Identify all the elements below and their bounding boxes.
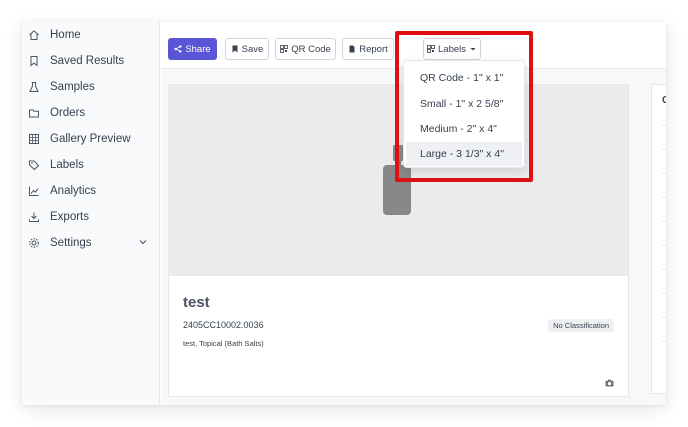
sidebar-item-label: Analytics	[50, 185, 97, 197]
app-window: Home Saved Results Samples Orders Galler…	[22, 22, 666, 405]
chevron-down-icon[interactable]	[138, 237, 148, 247]
file-icon	[349, 45, 355, 53]
caret-down-icon	[470, 48, 476, 51]
labels-dropdown-button[interactable]: Labels	[423, 38, 481, 60]
sample-id: 2405CC10002.0036	[183, 320, 264, 330]
save-button[interactable]: Save	[225, 38, 269, 60]
sidebar-item-home[interactable]: Home	[28, 24, 154, 46]
sample-description: test, Topical (Bath Salts)	[183, 339, 264, 348]
sidebar-item-gallery-preview[interactable]: Gallery Preview	[28, 128, 154, 150]
report-label: Report	[359, 43, 388, 55]
sidebar-item-label: Saved Results	[50, 55, 125, 67]
sample-title: test	[183, 294, 210, 311]
label-option-medium[interactable]: Medium - 2" x 4"	[406, 117, 522, 141]
classification-badge: No Classification	[548, 319, 614, 332]
share-label: Share	[185, 43, 211, 55]
labels-label: Labels	[438, 43, 466, 55]
sidebar: Home Saved Results Samples Orders Galler…	[22, 22, 160, 405]
qr-code-label: QR Code	[291, 43, 331, 55]
label-option-small[interactable]: Small - 1" x 2 5/8"	[406, 92, 522, 116]
grid-icon	[28, 133, 40, 145]
sample-photo[interactable]	[169, 85, 628, 276]
label-option-qr-code[interactable]: QR Code - 1" x 1"	[406, 66, 522, 90]
sidebar-item-label: Gallery Preview	[50, 133, 131, 145]
sidebar-item-samples[interactable]: Samples	[28, 76, 154, 98]
side-panel-rows	[662, 125, 666, 365]
tags-icon	[28, 159, 40, 171]
report-button[interactable]: Report	[342, 38, 394, 60]
bookmark-icon	[232, 45, 238, 53]
sidebar-item-analytics[interactable]: Analytics	[28, 180, 154, 202]
qrcode-icon	[427, 45, 435, 53]
sidebar-item-label: Exports	[50, 211, 89, 223]
home-icon	[28, 29, 40, 41]
download-icon	[28, 211, 40, 223]
bookmark-icon	[28, 55, 40, 67]
labels-dropdown-menu: QR Code - 1" x 1" Small - 1" x 2 5/8" Me…	[403, 60, 525, 168]
qrcode-icon	[280, 45, 289, 53]
label-option-large[interactable]: Large - 3 1/3" x 4"	[406, 142, 522, 166]
sidebar-item-label: Settings	[50, 237, 92, 249]
sidebar-item-label: Samples	[50, 81, 95, 93]
save-label: Save	[241, 43, 264, 55]
share-icon	[174, 45, 182, 53]
sidebar-item-label: Labels	[50, 159, 84, 171]
sample-card: test 2405CC10002.0036 test, Topical (Bat…	[168, 84, 629, 397]
qr-code-button[interactable]: QR Code	[275, 38, 336, 60]
sidebar-item-saved-results[interactable]: Saved Results	[28, 50, 154, 72]
side-panel-heading: C	[662, 95, 666, 106]
chart-icon	[28, 185, 40, 197]
sidebar-item-exports[interactable]: Exports	[28, 206, 154, 228]
camera-icon[interactable]	[605, 379, 614, 387]
flask-icon	[28, 81, 40, 93]
sidebar-item-labels[interactable]: Labels	[28, 154, 154, 176]
sidebar-item-label: Orders	[50, 107, 86, 119]
bottle-image	[383, 165, 411, 215]
folder-icon	[28, 107, 40, 119]
sidebar-item-orders[interactable]: Orders	[28, 102, 154, 124]
sidebar-item-settings[interactable]: Settings	[28, 232, 154, 254]
sidebar-item-label: Home	[50, 29, 81, 41]
share-button[interactable]: Share	[168, 38, 217, 60]
gear-icon	[28, 237, 40, 249]
side-panel: C	[651, 84, 666, 394]
